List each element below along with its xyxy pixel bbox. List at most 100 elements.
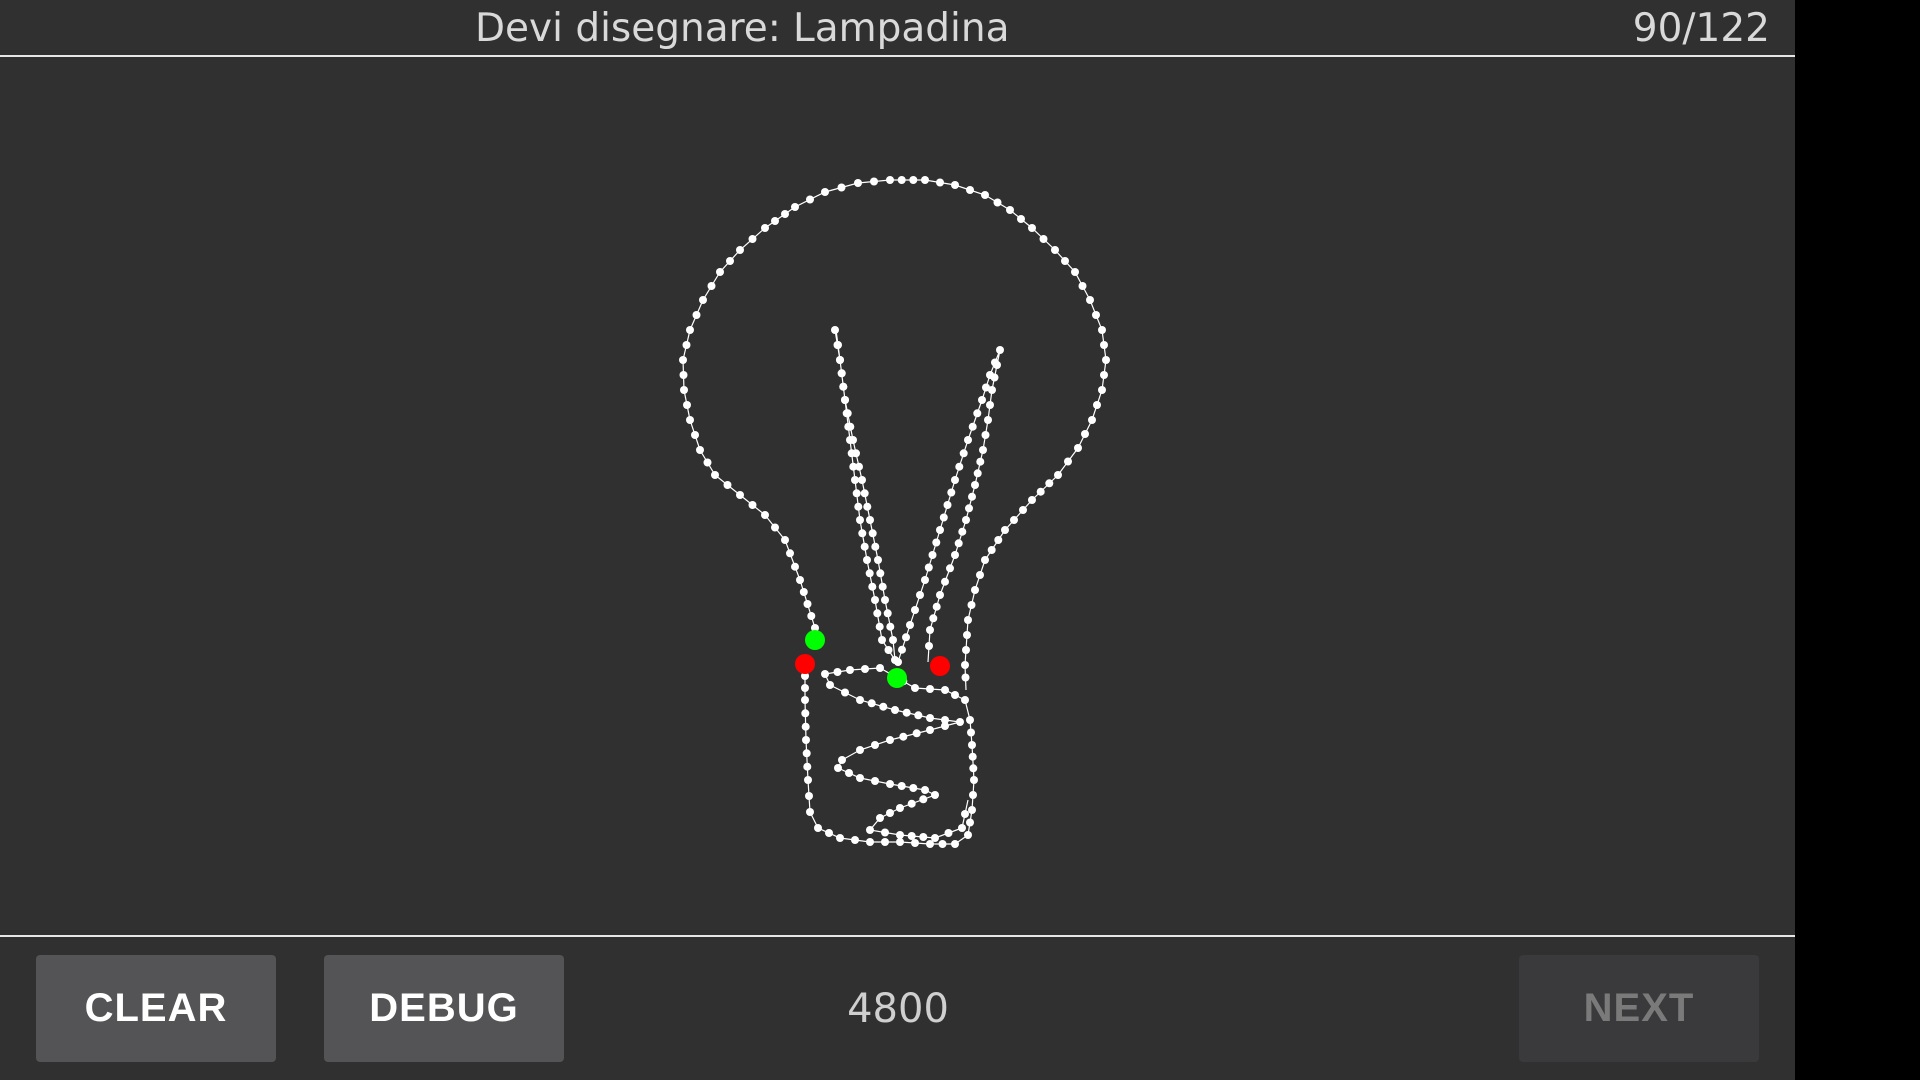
stroke-point [906, 621, 914, 629]
stroke-point [959, 449, 968, 458]
stroke-point [1102, 356, 1110, 364]
stroke-point [781, 210, 789, 218]
stroke-point [911, 684, 919, 692]
stroke-point [856, 516, 864, 524]
stroke-point [961, 696, 969, 704]
stroke-point [846, 666, 854, 674]
stroke-point [804, 776, 812, 784]
stroke-point [896, 804, 904, 812]
stroke-point [971, 481, 979, 489]
drawing-canvas[interactable] [0, 57, 1795, 935]
stroke-point [886, 780, 894, 788]
stroke-point [841, 688, 849, 697]
stroke-point [881, 596, 889, 604]
stroke-point [925, 642, 933, 650]
stroke-point [967, 728, 975, 737]
stroke-point [802, 736, 810, 744]
stroke-point [871, 542, 880, 551]
stroke-point [936, 526, 944, 534]
stroke-point [838, 756, 846, 764]
stroke-point [946, 564, 954, 573]
stroke-point [839, 382, 848, 391]
stroke-point [682, 341, 691, 349]
stroke-point [964, 616, 972, 624]
stroke-point [966, 716, 974, 724]
stroke-point [996, 346, 1004, 354]
stroke-point [856, 696, 864, 704]
stroke-point [886, 176, 894, 184]
stroke-line [682, 179, 1107, 691]
stroke-point [855, 462, 863, 471]
stroke-point [837, 369, 846, 378]
stroke-point [771, 523, 779, 532]
stroke-point [860, 489, 869, 498]
stroke-point [926, 726, 934, 734]
stroke-point [856, 746, 864, 754]
stroke-point [896, 838, 904, 846]
debug-button[interactable]: DEBUG [324, 955, 564, 1062]
stroke-point [836, 834, 844, 842]
stroke-point [971, 586, 979, 594]
stroke-point [912, 729, 921, 738]
stroke-point [909, 176, 918, 184]
stroke-point [928, 551, 937, 559]
stroke-point [958, 527, 967, 536]
stroke-point [889, 636, 897, 644]
stroke-point [954, 539, 963, 548]
stroke-point [993, 198, 1002, 207]
stroke-point [683, 401, 691, 409]
stroke-point [897, 176, 906, 184]
stroke-point [736, 491, 744, 499]
next-button[interactable]: NEXT [1519, 955, 1759, 1062]
stroke-point [814, 824, 822, 832]
stroke-point [696, 446, 704, 454]
stroke-point [868, 529, 877, 538]
stroke-start-marker [887, 668, 907, 688]
stroke-point [966, 186, 974, 194]
clear-button[interactable]: CLEAR [36, 955, 276, 1062]
stroke-point [679, 371, 688, 379]
stroke-point [979, 446, 987, 454]
stroke-point [899, 732, 908, 741]
stroke-point [871, 596, 879, 604]
stroke-point [987, 546, 996, 554]
stroke-point [926, 685, 934, 693]
stroke-point [966, 818, 974, 827]
stroke-point [947, 488, 956, 497]
stroke-point [831, 326, 839, 334]
stroke-point [834, 341, 842, 349]
stroke-point [874, 556, 882, 564]
stroke-point [1036, 487, 1045, 496]
stroke-point [990, 373, 999, 382]
stroke-point [1071, 268, 1079, 276]
stroke-point [1010, 516, 1018, 524]
drawing-strokes [679, 176, 1110, 848]
stroke-point [854, 179, 862, 187]
stroke-point [852, 489, 861, 498]
stroke-point [941, 686, 949, 694]
stroke-point [967, 601, 976, 609]
stroke-point [801, 684, 809, 692]
stroke-point [841, 396, 849, 404]
stroke-point [883, 609, 892, 618]
stroke-point [968, 752, 977, 761]
stroke-point [1074, 444, 1082, 452]
stroke-point [866, 838, 874, 846]
stroke-point [1098, 386, 1106, 394]
stroke-point [854, 502, 863, 511]
stroke-point [805, 792, 813, 800]
stroke-point [951, 476, 959, 484]
stroke-point [680, 386, 688, 394]
stroke-point [964, 436, 972, 444]
stroke-point [806, 808, 814, 816]
stroke-point [981, 191, 989, 199]
stroke-point [891, 706, 899, 714]
stroke-point [897, 782, 906, 790]
stroke-point [786, 549, 794, 558]
prompt-word: Lampadina [793, 6, 1010, 51]
stroke-point [703, 458, 712, 467]
stroke-point [711, 471, 719, 479]
stroke-point [871, 777, 879, 785]
stroke-point [679, 356, 687, 364]
stroke-point [807, 612, 816, 620]
